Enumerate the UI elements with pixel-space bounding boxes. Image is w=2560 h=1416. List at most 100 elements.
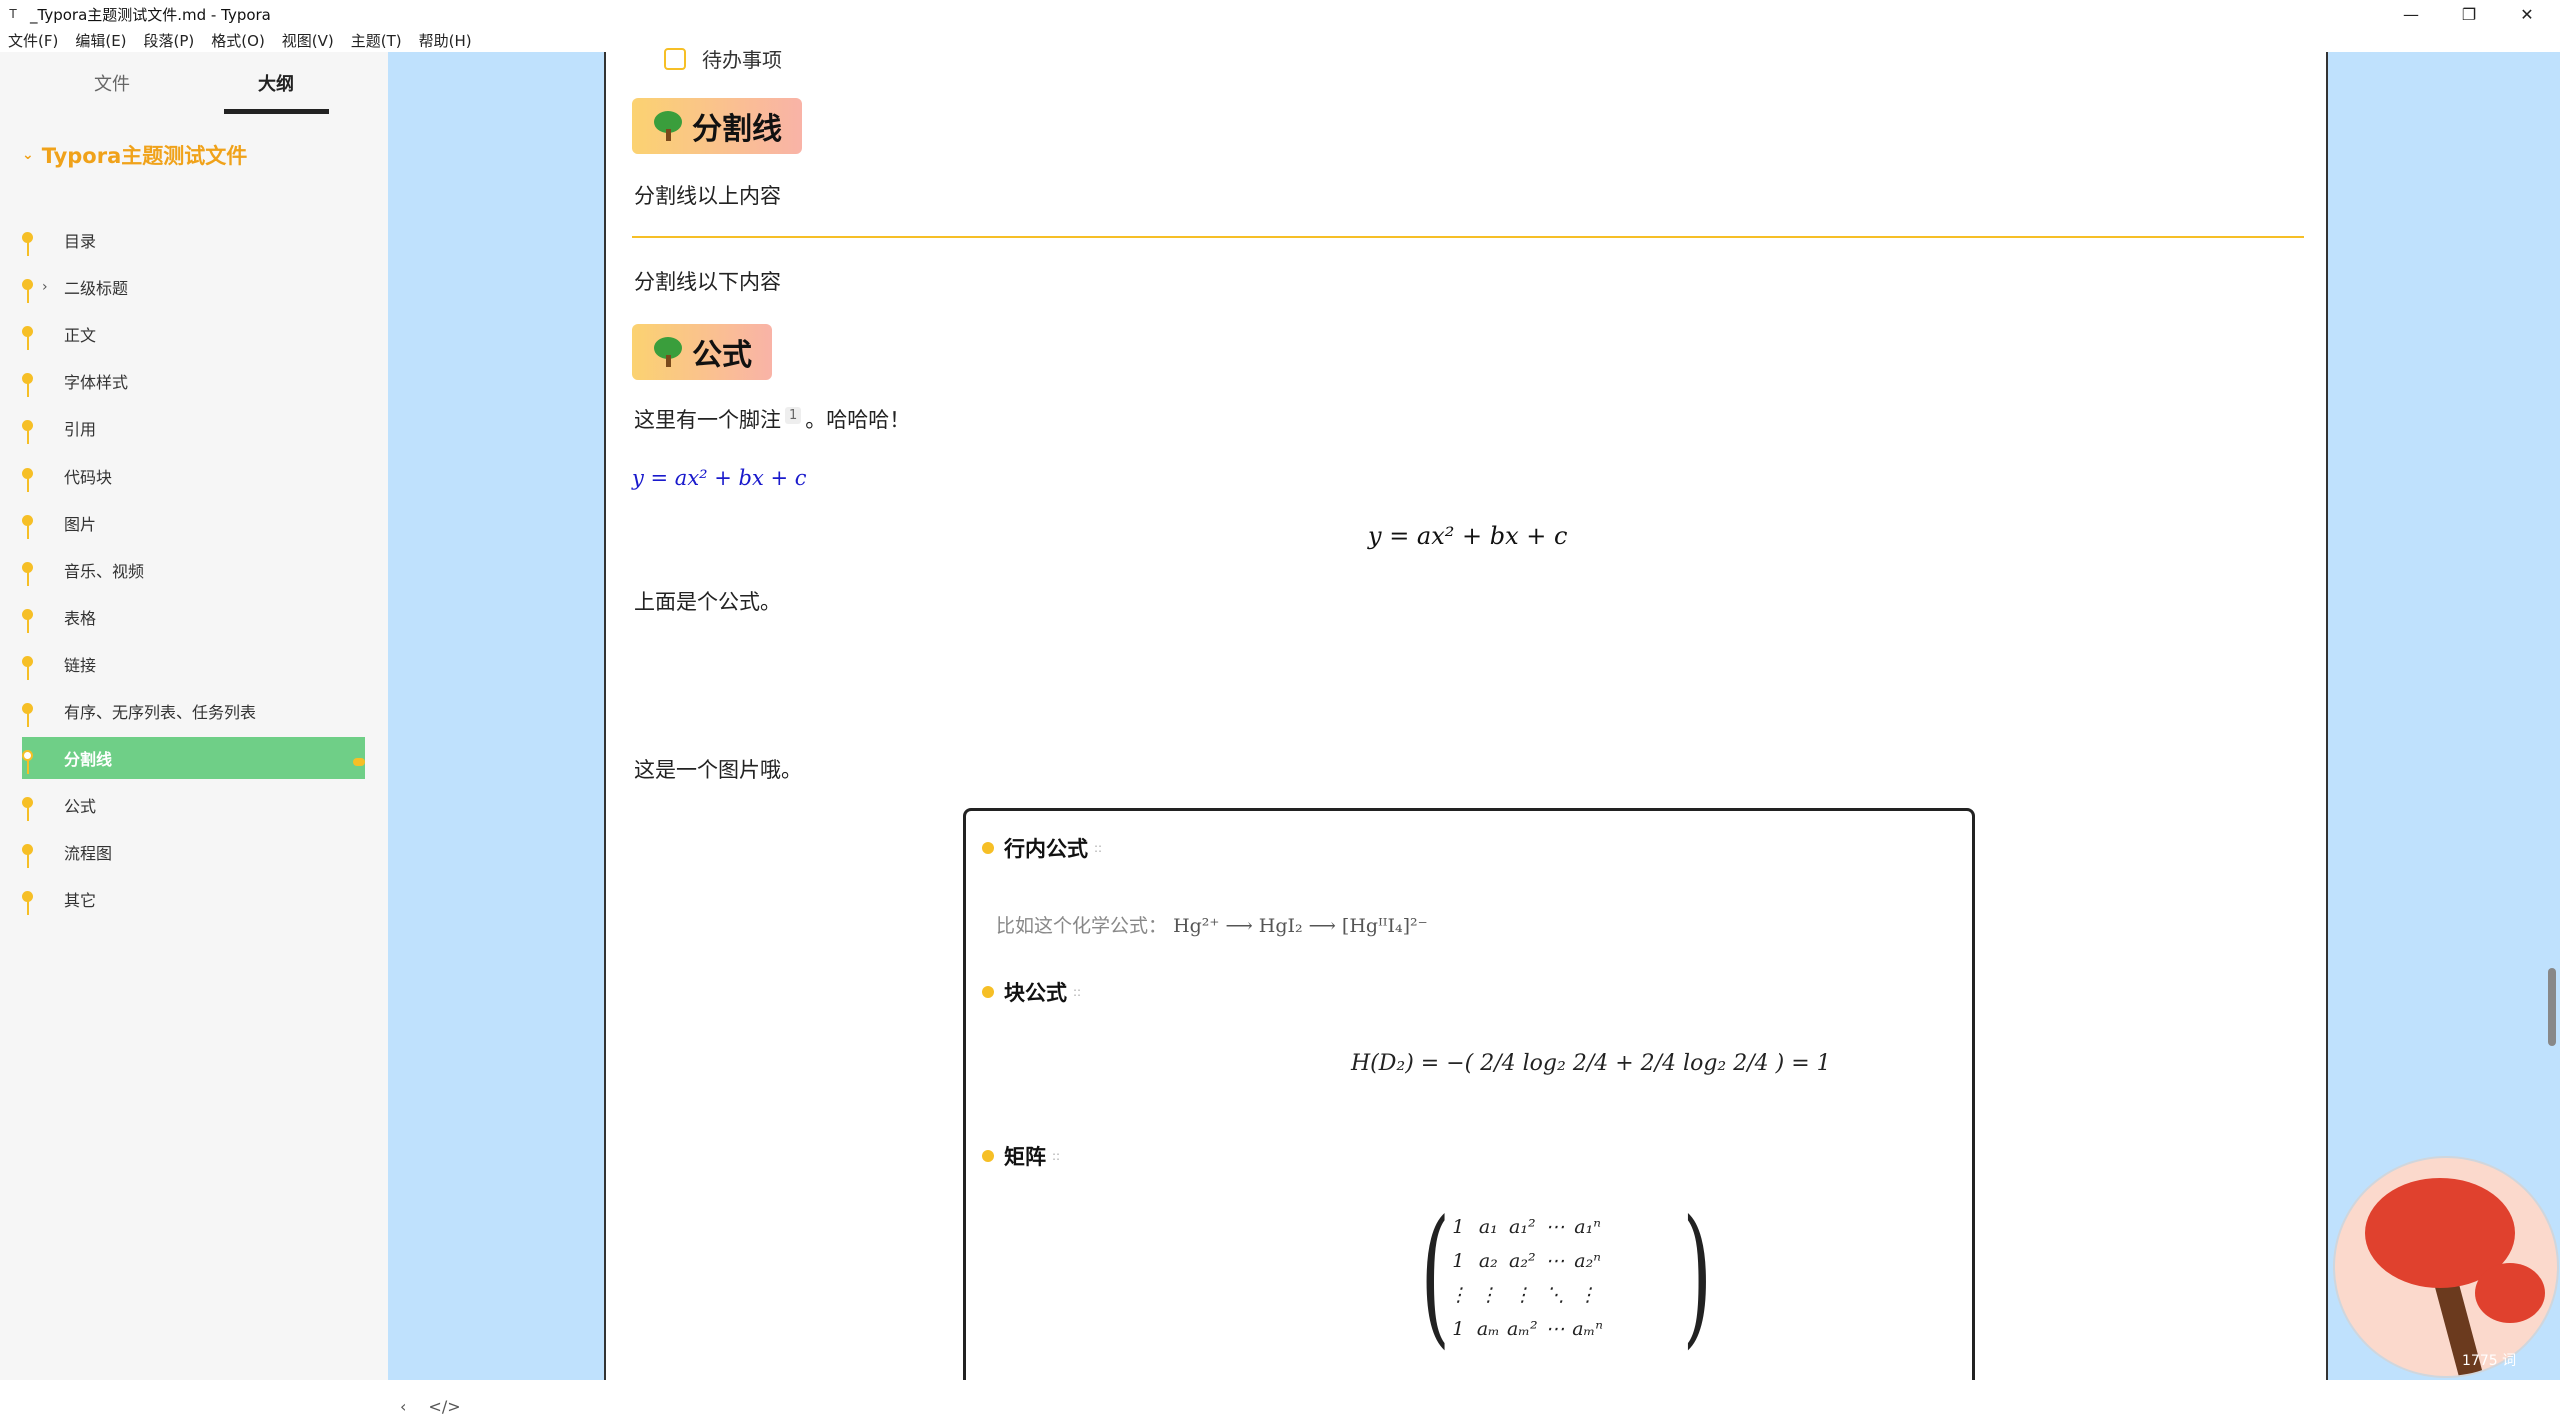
menu-paragraph[interactable]: 段落(P) [144, 30, 195, 51]
outline-item-label: 音乐、视频 [64, 561, 145, 581]
paragraph-above-divider[interactable]: 分割线以上内容 [634, 180, 781, 210]
menu-format[interactable]: 格式(O) [211, 30, 265, 51]
outline-item-label: 其它 [64, 891, 97, 911]
menu-file[interactable]: 文件(F) [8, 30, 58, 51]
matrix-cell: ⋯ [1545, 1318, 1565, 1340]
outline-item[interactable]: 其它 [22, 878, 365, 920]
menu-view[interactable]: 视图(V) [282, 30, 334, 51]
grip-icon: :: [1094, 841, 1103, 855]
entropy-formula: H(D₂) = −( 2/4 log₂ 2/4 + 2/4 log₂ 2/4 )… [1351, 1051, 1831, 1076]
chevron-down-icon: ⌄ [22, 147, 34, 163]
word-count[interactable]: 1775 词 [2462, 1350, 2516, 1370]
editor-page[interactable]: 待办事项 分割线 分割线以上内容 分割线以下内容 公式 这里有一个脚注 1 。哈哈哈… [604, 47, 2328, 1380]
outline-item[interactable]: 链接 [22, 643, 365, 685]
tab-files[interactable]: 文件 [94, 70, 130, 96]
outline-stem [27, 617, 29, 633]
source-code-icon[interactable]: </> [428, 1397, 460, 1416]
tree-icon [654, 111, 682, 141]
outline-item[interactable]: 音乐、视频 [22, 549, 365, 591]
image-heading-matrix-text: 矩阵 [1004, 1145, 1046, 1169]
task-label: 待办事项 [702, 48, 782, 72]
outline-stem [27, 523, 29, 539]
chem-formula: Hg²⁺ ⟶ HgI₂ ⟶ [HgᴵᴵI₄]²⁻ [1173, 915, 1428, 937]
minimize-button[interactable]: — [2382, 0, 2440, 28]
matrix-cell: ⋮ [1512, 1284, 1532, 1306]
outline-item-label: 引用 [64, 420, 97, 440]
heading-divider[interactable]: 分割线 [632, 98, 802, 154]
matrix-cell: ⋯ [1545, 1216, 1565, 1238]
chem-formula-line: 比如这个化学公式： Hg²⁺ ⟶ HgI₂ ⟶ [HgᴵᴵI₄]²⁻ [996, 911, 1428, 938]
bullet-dot [982, 986, 994, 998]
footnote-text-after: 。哈哈哈！ [805, 408, 911, 432]
grip-icon: :: [1052, 1149, 1061, 1163]
outline-item[interactable]: 表格 [22, 596, 365, 638]
sidebar: 文件 大纲 ⌄ Typora主题测试文件 目录 › 二级标题正文字体样式引用代码块图… [0, 52, 461, 1416]
inline-formula[interactable]: y = ax² + bx + c [632, 466, 807, 490]
matrix-cell: 1 [1452, 1216, 1465, 1238]
outline-item[interactable]: 分割线 [22, 737, 365, 780]
outline-item-label: 分割线 [64, 750, 113, 770]
image-heading-block-text: 块公式 [1004, 981, 1067, 1005]
outline-item[interactable]: 字体样式 [22, 360, 365, 402]
outline-item-label: 代码块 [64, 467, 113, 487]
outline-stem [27, 570, 29, 586]
outline-stem [27, 335, 29, 351]
task-item[interactable]: 待办事项 [664, 44, 782, 73]
menu-help[interactable]: 帮助(H) [419, 30, 472, 51]
matrix-right-paren: ) [1682, 1189, 1712, 1363]
matrix-row: 1 aₘ aₘ² ⋯ aₘⁿ [1444, 1312, 1606, 1346]
background-left [388, 52, 605, 1380]
outline-item[interactable]: 公式 [22, 784, 365, 826]
matrix-cell: a₂ⁿ [1574, 1250, 1601, 1272]
block-formula[interactable]: y = ax² + bx + c [1368, 522, 1567, 550]
sidebar-footer: ‹ </> [400, 1397, 483, 1416]
outline-item-label: 表格 [64, 608, 97, 628]
outline-item[interactable]: › 二级标题 [22, 266, 365, 308]
footnote-text-before: 这里有一个脚注 [634, 408, 781, 432]
paragraph-below-divider[interactable]: 分割线以下内容 [634, 266, 781, 296]
outline-item[interactable]: 正文 [22, 313, 365, 355]
outline-root-heading[interactable]: ⌄ Typora主题测试文件 [22, 140, 247, 170]
outline-stem [27, 382, 29, 398]
scrollbar-thumb[interactable] [2548, 968, 2556, 1046]
heading-formula[interactable]: 公式 [632, 324, 772, 380]
matrix-cell: 1 [1452, 1250, 1465, 1272]
paragraph-after-formula[interactable]: 上面是个公式。 [634, 586, 781, 616]
image-heading-inline-text: 行内公式 [1004, 837, 1088, 861]
task-checkbox[interactable] [664, 47, 686, 70]
matrix-cell: aₘ² [1507, 1318, 1538, 1340]
restore-button[interactable]: ❐ [2440, 0, 2498, 28]
matrix-cell: ⋮ [1448, 1284, 1468, 1306]
image-caption-paragraph[interactable]: 这是一个图片哦。 [634, 754, 802, 784]
outline-item[interactable]: 代码块 [22, 455, 365, 497]
menu-theme[interactable]: 主题(T) [351, 30, 402, 51]
embedded-image[interactable]: 行内公式 :: 比如这个化学公式： Hg²⁺ ⟶ HgI₂ ⟶ [HgᴵᴵI₄]… [963, 808, 1975, 1380]
outline-item[interactable]: 流程图 [22, 831, 365, 873]
menu-edit[interactable]: 编辑(E) [75, 30, 126, 51]
matrix-cell: a₁² [1509, 1216, 1536, 1238]
outline-item[interactable]: 有序、无序列表、任务列表 [22, 690, 365, 732]
matrix-cell: ⋯ [1545, 1250, 1565, 1272]
active-tab-indicator [224, 109, 329, 114]
collapse-sidebar-icon[interactable]: ‹ [400, 1397, 406, 1416]
title-bar: T _Typora主题测试文件.md - Typora — ❐ ✕ [0, 0, 2560, 28]
tab-outline[interactable]: 大纲 [258, 70, 294, 96]
footnote-ref[interactable]: 1 [785, 407, 802, 424]
window-title: _Typora主题测试文件.md - Typora [30, 5, 271, 24]
footnote-paragraph[interactable]: 这里有一个脚注 1 。哈哈哈！ [634, 404, 910, 434]
chevron-right-icon[interactable]: › [42, 279, 48, 295]
outline-stem [27, 712, 29, 727]
outline-stem [27, 759, 29, 775]
outline-item[interactable]: 引用 [22, 407, 365, 449]
outline-item-label: 目录 [64, 232, 97, 251]
outline-root-label: Typora主题测试文件 [41, 144, 248, 168]
outline-item[interactable]: 目录 [22, 219, 365, 261]
heading-divider-text: 分割线 [692, 112, 782, 147]
matrix-cell: a₂ [1478, 1250, 1498, 1272]
close-button[interactable]: ✕ [2498, 0, 2556, 28]
sidebar-tabs: 文件 大纲 [0, 52, 388, 118]
matrix-row: ⋮ ⋮ ⋮ ⋱ ⋮ [1444, 1278, 1606, 1312]
matrix-cell: a₂² [1509, 1250, 1536, 1272]
outline-item[interactable]: 图片 [22, 502, 365, 544]
matrix-row: 1 a₂ a₂² ⋯ a₂ⁿ [1444, 1244, 1606, 1278]
